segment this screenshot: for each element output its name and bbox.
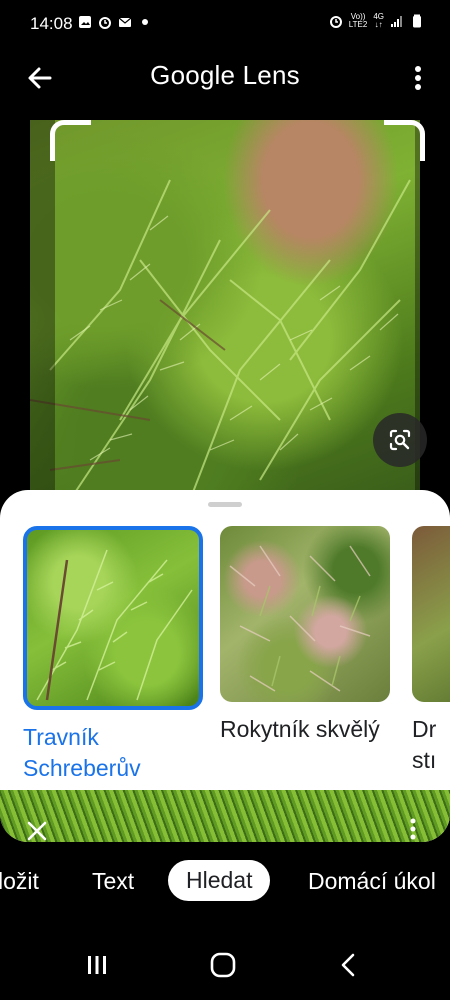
title-lens: Lens (242, 60, 300, 90)
status-time: 14:08 (30, 14, 73, 33)
result-card[interactable]: Dr stı (412, 526, 450, 776)
captured-photo[interactable] (30, 120, 420, 520)
result-thumbnail[interactable] (23, 526, 203, 710)
signal-icon (391, 16, 402, 27)
crop-handle-top-left[interactable] (50, 120, 91, 161)
mode-translate[interactable]: ložit (0, 868, 39, 895)
result-thumbnail[interactable] (412, 526, 450, 702)
home-icon[interactable] (208, 950, 238, 980)
close-icon[interactable] (24, 818, 50, 844)
result-label[interactable]: Travník Schreberův (23, 722, 201, 784)
result-label[interactable]: Dr stı (412, 714, 450, 776)
app-bar: Google Lens (0, 50, 450, 106)
crop-shade-left (30, 120, 55, 520)
alarm-icon (99, 17, 111, 29)
mode-selector: ložit Text Hledat Domácí úkol (0, 856, 450, 910)
moss-texture (30, 179, 411, 501)
back-icon[interactable] (334, 950, 364, 980)
dot-icon (142, 19, 148, 25)
more-vert-icon[interactable] (408, 816, 418, 842)
status-bar: 14:08 Vo)) LTE2 4G ↓↑ (0, 0, 450, 50)
lens-search-button[interactable] (373, 413, 427, 467)
recents-icon[interactable] (82, 950, 112, 980)
sheet-drag-handle[interactable] (208, 502, 242, 507)
result-label-line2: stı (412, 747, 437, 773)
next-result-image[interactable] (0, 790, 450, 842)
volte-indicator: Vo)) LTE2 (348, 12, 368, 29)
system-nav-bar (0, 940, 450, 990)
mail-icon (118, 17, 132, 27)
result-label-line1: Dr (412, 716, 437, 742)
app-title: Google Lens (0, 60, 450, 91)
title-google: Google (150, 60, 236, 90)
crop-handle-top-right[interactable] (384, 120, 425, 161)
result-thumbnail[interactable] (220, 526, 390, 702)
alarm-icon (329, 16, 342, 28)
result-card[interactable]: Rokytník skvělý (220, 526, 398, 745)
mode-homework[interactable]: Domácí úkol (308, 868, 436, 895)
more-vert-icon[interactable] (408, 62, 428, 94)
battery-icon (413, 14, 421, 28)
result-card[interactable]: Travník Schreberův (23, 526, 203, 784)
gallery-icon (79, 16, 91, 28)
data-indicator: 4G ↓↑ (373, 12, 384, 29)
result-label[interactable]: Rokytník skvělý (220, 714, 398, 745)
mode-text[interactable]: Text (92, 868, 134, 895)
mode-search[interactable]: Hledat (168, 860, 271, 901)
lens-search-icon (389, 429, 411, 451)
